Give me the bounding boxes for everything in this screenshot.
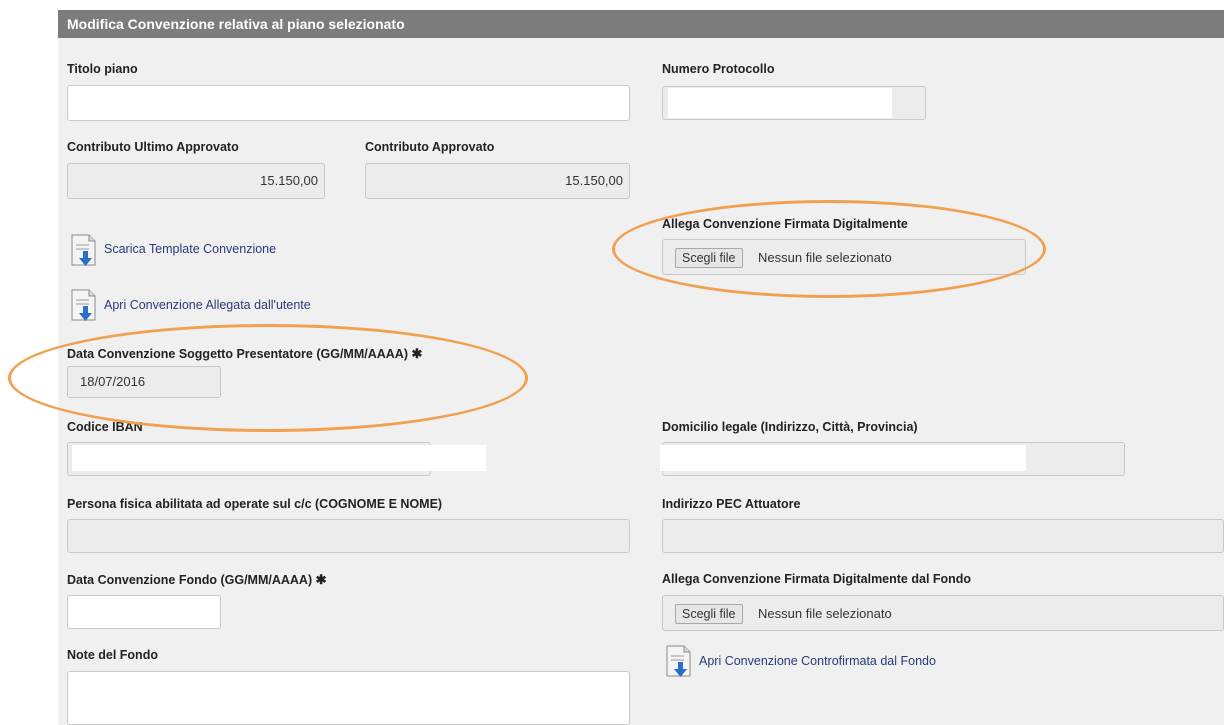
apri-controfirmata-link[interactable]: Apri Convenzione Controfirmata dal Fondo xyxy=(699,654,936,668)
persona-fisica-label: Persona fisica abilitata ad operate sul … xyxy=(67,497,443,511)
choose-file-button[interactable]: Scegli file xyxy=(675,604,743,624)
note-fondo-label: Note del Fondo xyxy=(67,648,158,662)
contributo-approvato-label: Contributo Approvato xyxy=(365,140,495,154)
contributo-ultimo-field: 15.150,00 xyxy=(67,163,325,199)
domicilio-legale-label: Domicilio legale (Indirizzo, Città, Prov… xyxy=(662,420,918,434)
contributo-approvato-field: 15.150,00 xyxy=(365,163,630,199)
allega-fondo-label: Allega Convenzione Firmata Digitalmente … xyxy=(662,572,972,586)
data-convenzione-fondo-input[interactable] xyxy=(67,595,221,629)
indirizzo-pec-input[interactable] xyxy=(662,519,1224,553)
apri-allegata-link[interactable]: Apri Convenzione Allegata dall'utente xyxy=(104,298,311,312)
panel-header: Modifica Convenzione relativa al piano s… xyxy=(58,10,1224,38)
titolo-piano-label: Titolo piano xyxy=(67,62,138,76)
required-asterisk-icon: ✱ xyxy=(315,572,327,587)
note-fondo-textarea[interactable] xyxy=(67,671,630,725)
document-download-icon[interactable] xyxy=(665,645,695,679)
document-download-icon[interactable] xyxy=(70,234,100,268)
redaction-mask xyxy=(668,88,892,118)
titolo-piano-input[interactable] xyxy=(67,85,630,121)
allega-fondo-file-input[interactable]: Scegli file Nessun file selezionato xyxy=(662,595,1224,631)
persona-fisica-input[interactable] xyxy=(67,519,630,553)
contributo-ultimo-label: Contributo Ultimo Approvato xyxy=(67,140,239,154)
redaction-mask xyxy=(72,445,486,471)
scarica-template-link[interactable]: Scarica Template Convenzione xyxy=(104,242,276,256)
document-download-icon[interactable] xyxy=(70,289,100,323)
annotation-ellipse xyxy=(612,200,1046,298)
redaction-mask xyxy=(660,445,1026,471)
file-status-text: Nessun file selezionato xyxy=(758,606,892,621)
numero-protocollo-label: Numero Protocollo xyxy=(662,62,775,76)
indirizzo-pec-label: Indirizzo PEC Attuatore xyxy=(662,497,801,511)
label-text: Data Convenzione Fondo (GG/MM/AAAA) xyxy=(67,573,313,587)
data-convenzione-fondo-label: Data Convenzione Fondo (GG/MM/AAAA) ✱ xyxy=(67,572,327,588)
annotation-ellipse xyxy=(8,324,528,432)
